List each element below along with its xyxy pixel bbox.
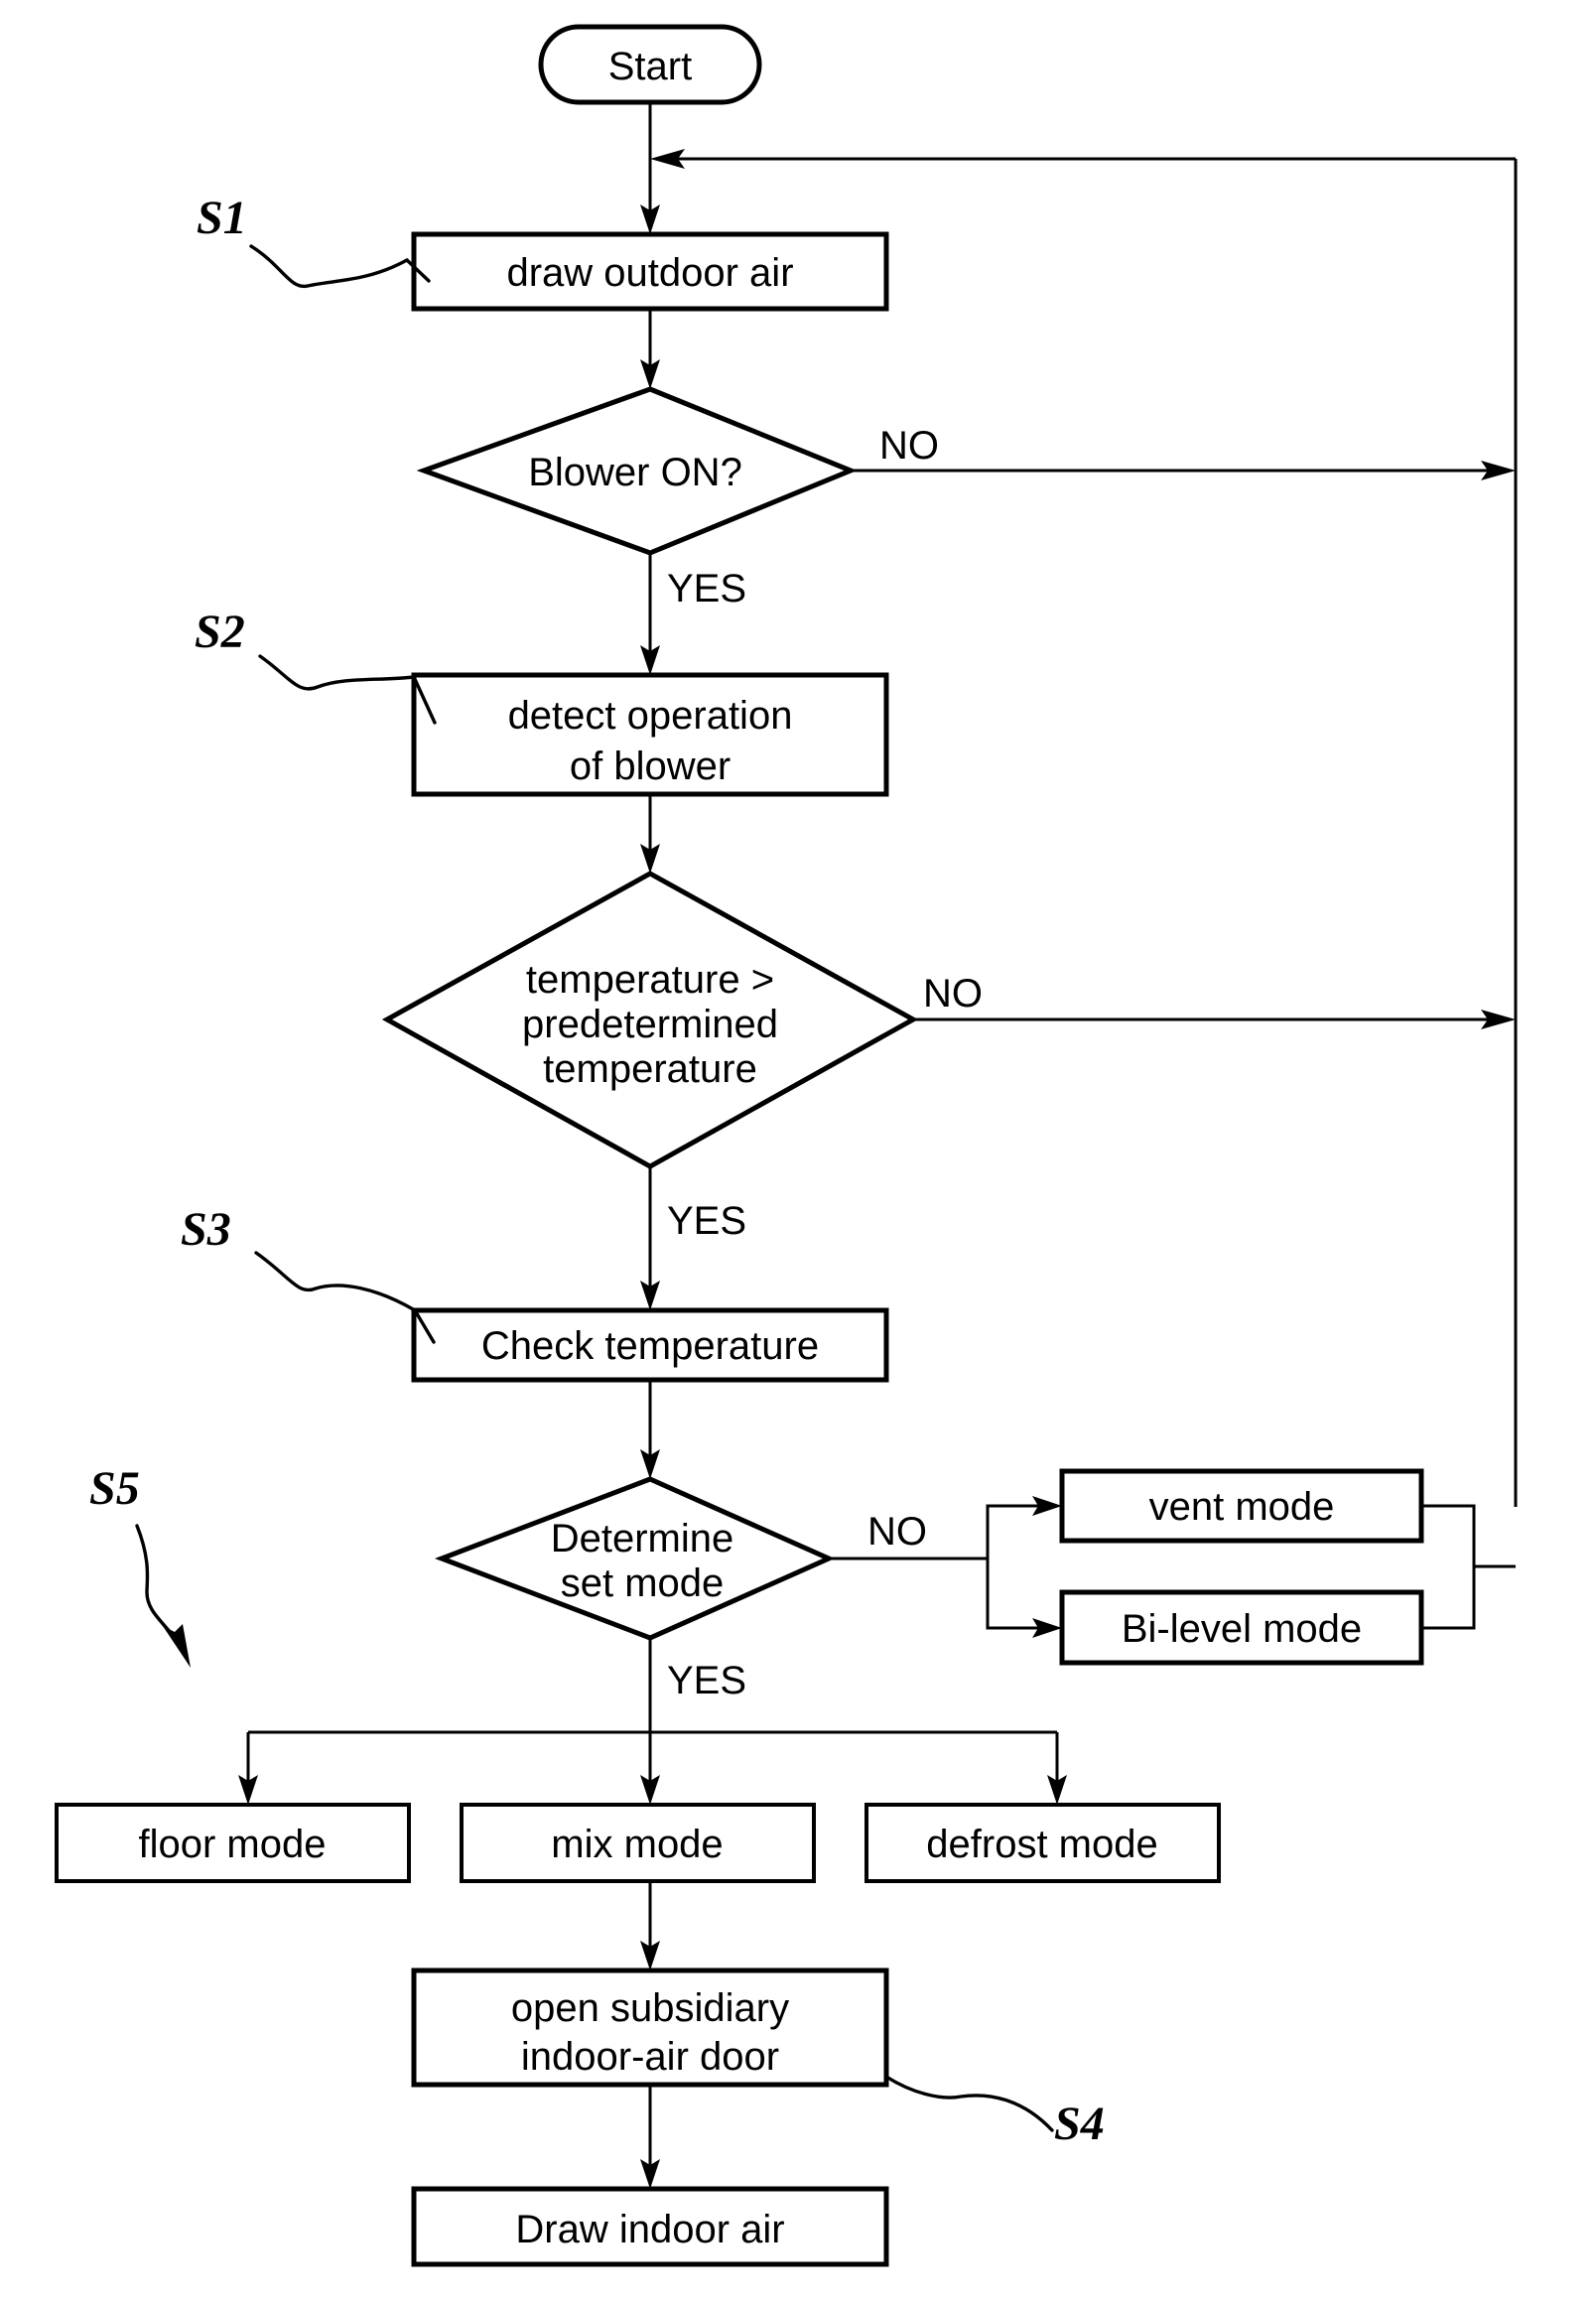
node-floor-mode[interactable]: floor mode: [55, 1803, 411, 1883]
connector-blower-yes: [640, 553, 660, 675]
connector-draw-to-blower: [640, 309, 660, 389]
step-label-s3-group: S3: [181, 1203, 436, 1344]
node-detect-blower-line1: detect operation: [508, 694, 793, 738]
node-determine-set-mode[interactable]: Determine set mode: [434, 1476, 836, 1641]
connector-determine-no: [829, 1496, 1062, 1638]
node-temperature-line1: temperature >: [526, 958, 774, 1002]
node-defrost-mode-label: defrost mode: [926, 1823, 1157, 1866]
connector-temp-no: [913, 1010, 1516, 1029]
step-label-s4-group: S4: [884, 2075, 1105, 2150]
branch-label-temp-no: NO: [923, 972, 983, 1016]
step-label-s5: S5: [89, 1462, 140, 1515]
node-draw-outdoor-air[interactable]: draw outdoor air: [411, 231, 889, 312]
node-open-door-line1: open subsidiary: [511, 1986, 789, 2030]
node-defrost-mode[interactable]: defrost mode: [864, 1803, 1221, 1883]
branch-label-blower-no: NO: [879, 424, 939, 468]
node-draw-indoor-air-label: Draw indoor air: [515, 2208, 784, 2251]
node-open-door-line2: indoor-air door: [521, 2035, 779, 2079]
node-bi-level-mode-label: Bi-level mode: [1122, 1607, 1362, 1651]
step-label-s2: S2: [195, 606, 245, 658]
flowchart-page: Start draw outdoor air Blower ON? detect…: [0, 0, 1596, 2305]
connector-check-to-determine: [640, 1380, 660, 1479]
node-determine-set-mode-line2: set mode: [561, 1561, 725, 1605]
node-floor-mode-label: floor mode: [139, 1823, 327, 1866]
node-vent-mode-label: vent mode: [1149, 1485, 1335, 1529]
node-detect-blower-line2: of blower: [570, 745, 731, 788]
node-draw-indoor-air[interactable]: Draw indoor air: [411, 2186, 889, 2267]
step-label-s1-group: S1: [197, 192, 431, 289]
node-check-temperature-label: Check temperature: [481, 1324, 819, 1368]
step-label-s2-group: S2: [195, 606, 437, 725]
node-open-subsidiary-door[interactable]: open subsidiary indoor-air door: [411, 1967, 889, 2088]
node-temperature-line2: predetermined: [522, 1003, 778, 1046]
step-label-s5-group: S5: [89, 1462, 191, 1668]
node-start-label: Start: [608, 45, 692, 88]
node-bi-level-mode[interactable]: Bi-level mode: [1059, 1589, 1424, 1666]
connector-return-bus: [650, 149, 1518, 1507]
branch-label-blower-yes: YES: [667, 567, 746, 610]
node-detect-blower[interactable]: detect operation of blower: [411, 672, 889, 797]
node-temperature-line3: temperature: [543, 1047, 757, 1091]
branch-label-temp-yes: YES: [667, 1199, 746, 1243]
step-label-s1: S1: [197, 192, 247, 244]
flowchart-canvas: Start draw outdoor air Blower ON? detect…: [55, 24, 1518, 2267]
branch-label-mode-yes: YES: [667, 1659, 746, 1702]
step-label-s3: S3: [181, 1203, 231, 1256]
node-vent-mode[interactable]: vent mode: [1059, 1468, 1424, 1544]
node-blower-on-label: Blower ON?: [528, 451, 742, 494]
node-mix-mode-label: mix mode: [551, 1823, 723, 1866]
node-check-temperature[interactable]: Check temperature: [411, 1307, 889, 1383]
connector-temp-yes: [640, 1166, 660, 1310]
node-blower-on-decision[interactable]: Blower ON?: [416, 386, 858, 556]
connector-modes-to-return-bus: [1421, 1504, 1516, 1630]
node-mix-mode[interactable]: mix mode: [460, 1803, 816, 1883]
connector-detect-to-temp: [640, 794, 660, 874]
connector-mix-to-open-door: [640, 1881, 660, 1970]
node-start[interactable]: Start: [538, 24, 762, 105]
connector-determine-yes: [238, 1638, 1067, 1805]
step-label-s4: S4: [1054, 2098, 1105, 2150]
branch-label-mode-no: NO: [867, 1510, 927, 1554]
node-draw-outdoor-air-label: draw outdoor air: [506, 251, 793, 295]
connector-open-door-to-draw-indoor: [640, 2085, 660, 2189]
node-determine-set-mode-line1: Determine: [551, 1517, 734, 1560]
connector-blower-no: [851, 461, 1516, 480]
connector-start-to-draw-outdoor-air: [640, 102, 660, 234]
node-temperature-decision[interactable]: temperature > predetermined temperature: [381, 871, 919, 1169]
